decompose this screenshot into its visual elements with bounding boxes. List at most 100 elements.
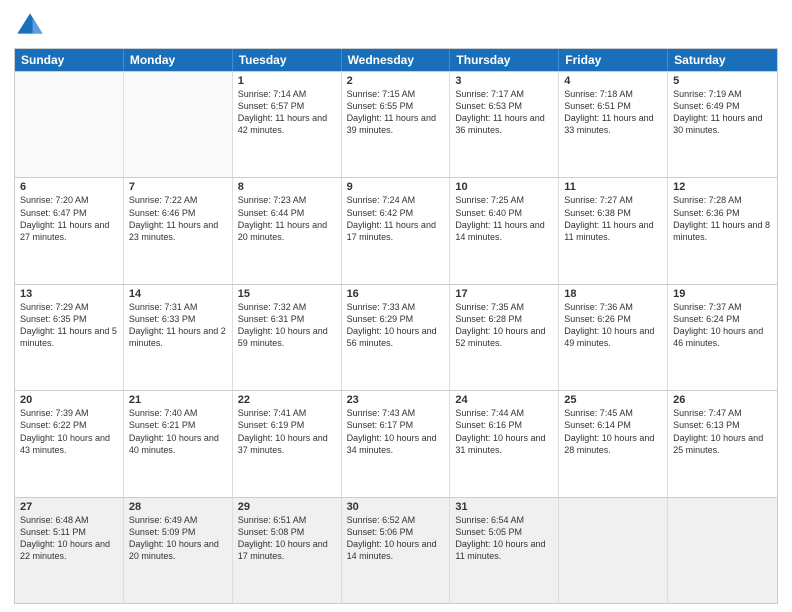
calendar-cell: 15Sunrise: 7:32 AM Sunset: 6:31 PM Dayli… [233, 285, 342, 390]
day-number: 28 [129, 501, 227, 513]
calendar-cell [15, 72, 124, 177]
day-info: Sunrise: 6:48 AM Sunset: 5:11 PM Dayligh… [20, 514, 118, 563]
day-number: 4 [564, 75, 662, 87]
calendar-week: 13Sunrise: 7:29 AM Sunset: 6:35 PM Dayli… [15, 284, 777, 390]
calendar-header-cell: Saturday [668, 49, 777, 71]
day-number: 3 [455, 75, 553, 87]
header [14, 10, 778, 42]
calendar-body: 1Sunrise: 7:14 AM Sunset: 6:57 PM Daylig… [15, 71, 777, 603]
logo [14, 10, 48, 42]
calendar-cell [124, 72, 233, 177]
calendar-cell: 30Sunrise: 6:52 AM Sunset: 5:06 PM Dayli… [342, 498, 451, 603]
calendar-cell: 11Sunrise: 7:27 AM Sunset: 6:38 PM Dayli… [559, 178, 668, 283]
calendar-header-cell: Thursday [450, 49, 559, 71]
calendar-cell: 10Sunrise: 7:25 AM Sunset: 6:40 PM Dayli… [450, 178, 559, 283]
calendar-cell [668, 498, 777, 603]
day-number: 13 [20, 288, 118, 300]
calendar-cell: 12Sunrise: 7:28 AM Sunset: 6:36 PM Dayli… [668, 178, 777, 283]
day-number: 12 [673, 181, 772, 193]
day-number: 19 [673, 288, 772, 300]
day-number: 1 [238, 75, 336, 87]
calendar-cell: 2Sunrise: 7:15 AM Sunset: 6:55 PM Daylig… [342, 72, 451, 177]
day-number: 18 [564, 288, 662, 300]
calendar-cell: 19Sunrise: 7:37 AM Sunset: 6:24 PM Dayli… [668, 285, 777, 390]
calendar-cell: 24Sunrise: 7:44 AM Sunset: 6:16 PM Dayli… [450, 391, 559, 496]
calendar-cell: 27Sunrise: 6:48 AM Sunset: 5:11 PM Dayli… [15, 498, 124, 603]
day-info: Sunrise: 7:45 AM Sunset: 6:14 PM Dayligh… [564, 407, 662, 456]
calendar-week: 1Sunrise: 7:14 AM Sunset: 6:57 PM Daylig… [15, 71, 777, 177]
day-number: 5 [673, 75, 772, 87]
calendar-cell: 4Sunrise: 7:18 AM Sunset: 6:51 PM Daylig… [559, 72, 668, 177]
day-number: 24 [455, 394, 553, 406]
calendar-cell: 8Sunrise: 7:23 AM Sunset: 6:44 PM Daylig… [233, 178, 342, 283]
day-number: 22 [238, 394, 336, 406]
day-info: Sunrise: 7:32 AM Sunset: 6:31 PM Dayligh… [238, 301, 336, 350]
day-number: 31 [455, 501, 553, 513]
day-number: 30 [347, 501, 445, 513]
calendar-cell: 6Sunrise: 7:20 AM Sunset: 6:47 PM Daylig… [15, 178, 124, 283]
page: SundayMondayTuesdayWednesdayThursdayFrid… [0, 0, 792, 612]
calendar-cell: 13Sunrise: 7:29 AM Sunset: 6:35 PM Dayli… [15, 285, 124, 390]
day-number: 26 [673, 394, 772, 406]
calendar-header-row: SundayMondayTuesdayWednesdayThursdayFrid… [15, 49, 777, 71]
day-info: Sunrise: 7:37 AM Sunset: 6:24 PM Dayligh… [673, 301, 772, 350]
day-info: Sunrise: 7:25 AM Sunset: 6:40 PM Dayligh… [455, 194, 553, 243]
day-info: Sunrise: 7:44 AM Sunset: 6:16 PM Dayligh… [455, 407, 553, 456]
day-info: Sunrise: 7:40 AM Sunset: 6:21 PM Dayligh… [129, 407, 227, 456]
day-info: Sunrise: 6:54 AM Sunset: 5:05 PM Dayligh… [455, 514, 553, 563]
day-info: Sunrise: 7:22 AM Sunset: 6:46 PM Dayligh… [129, 194, 227, 243]
day-info: Sunrise: 7:24 AM Sunset: 6:42 PM Dayligh… [347, 194, 445, 243]
calendar-cell: 23Sunrise: 7:43 AM Sunset: 6:17 PM Dayli… [342, 391, 451, 496]
day-info: Sunrise: 7:43 AM Sunset: 6:17 PM Dayligh… [347, 407, 445, 456]
calendar-cell: 25Sunrise: 7:45 AM Sunset: 6:14 PM Dayli… [559, 391, 668, 496]
calendar-cell: 31Sunrise: 6:54 AM Sunset: 5:05 PM Dayli… [450, 498, 559, 603]
calendar-cell: 3Sunrise: 7:17 AM Sunset: 6:53 PM Daylig… [450, 72, 559, 177]
day-info: Sunrise: 7:20 AM Sunset: 6:47 PM Dayligh… [20, 194, 118, 243]
calendar-cell [559, 498, 668, 603]
day-number: 20 [20, 394, 118, 406]
calendar-week: 20Sunrise: 7:39 AM Sunset: 6:22 PM Dayli… [15, 390, 777, 496]
day-number: 23 [347, 394, 445, 406]
day-info: Sunrise: 7:36 AM Sunset: 6:26 PM Dayligh… [564, 301, 662, 350]
calendar-cell: 1Sunrise: 7:14 AM Sunset: 6:57 PM Daylig… [233, 72, 342, 177]
calendar-cell: 17Sunrise: 7:35 AM Sunset: 6:28 PM Dayli… [450, 285, 559, 390]
calendar-cell: 21Sunrise: 7:40 AM Sunset: 6:21 PM Dayli… [124, 391, 233, 496]
day-number: 29 [238, 501, 336, 513]
day-number: 21 [129, 394, 227, 406]
calendar-cell: 18Sunrise: 7:36 AM Sunset: 6:26 PM Dayli… [559, 285, 668, 390]
day-number: 6 [20, 181, 118, 193]
day-info: Sunrise: 7:39 AM Sunset: 6:22 PM Dayligh… [20, 407, 118, 456]
calendar-cell: 26Sunrise: 7:47 AM Sunset: 6:13 PM Dayli… [668, 391, 777, 496]
day-info: Sunrise: 7:27 AM Sunset: 6:38 PM Dayligh… [564, 194, 662, 243]
day-info: Sunrise: 7:47 AM Sunset: 6:13 PM Dayligh… [673, 407, 772, 456]
day-info: Sunrise: 7:17 AM Sunset: 6:53 PM Dayligh… [455, 88, 553, 137]
calendar-cell: 7Sunrise: 7:22 AM Sunset: 6:46 PM Daylig… [124, 178, 233, 283]
day-info: Sunrise: 7:14 AM Sunset: 6:57 PM Dayligh… [238, 88, 336, 137]
day-number: 14 [129, 288, 227, 300]
day-info: Sunrise: 7:23 AM Sunset: 6:44 PM Dayligh… [238, 194, 336, 243]
day-number: 17 [455, 288, 553, 300]
calendar-cell: 22Sunrise: 7:41 AM Sunset: 6:19 PM Dayli… [233, 391, 342, 496]
calendar-cell: 14Sunrise: 7:31 AM Sunset: 6:33 PM Dayli… [124, 285, 233, 390]
calendar-header-cell: Wednesday [342, 49, 451, 71]
calendar-cell: 16Sunrise: 7:33 AM Sunset: 6:29 PM Dayli… [342, 285, 451, 390]
day-info: Sunrise: 7:35 AM Sunset: 6:28 PM Dayligh… [455, 301, 553, 350]
day-number: 2 [347, 75, 445, 87]
day-number: 15 [238, 288, 336, 300]
day-info: Sunrise: 6:51 AM Sunset: 5:08 PM Dayligh… [238, 514, 336, 563]
calendar-header-cell: Tuesday [233, 49, 342, 71]
day-number: 8 [238, 181, 336, 193]
day-info: Sunrise: 7:29 AM Sunset: 6:35 PM Dayligh… [20, 301, 118, 350]
day-info: Sunrise: 7:19 AM Sunset: 6:49 PM Dayligh… [673, 88, 772, 137]
calendar-week: 6Sunrise: 7:20 AM Sunset: 6:47 PM Daylig… [15, 177, 777, 283]
calendar-week: 27Sunrise: 6:48 AM Sunset: 5:11 PM Dayli… [15, 497, 777, 603]
day-number: 7 [129, 181, 227, 193]
day-number: 10 [455, 181, 553, 193]
calendar-header-cell: Sunday [15, 49, 124, 71]
day-number: 27 [20, 501, 118, 513]
calendar-cell: 28Sunrise: 6:49 AM Sunset: 5:09 PM Dayli… [124, 498, 233, 603]
day-info: Sunrise: 6:52 AM Sunset: 5:06 PM Dayligh… [347, 514, 445, 563]
calendar-cell: 20Sunrise: 7:39 AM Sunset: 6:22 PM Dayli… [15, 391, 124, 496]
day-info: Sunrise: 7:33 AM Sunset: 6:29 PM Dayligh… [347, 301, 445, 350]
day-info: Sunrise: 7:28 AM Sunset: 6:36 PM Dayligh… [673, 194, 772, 243]
